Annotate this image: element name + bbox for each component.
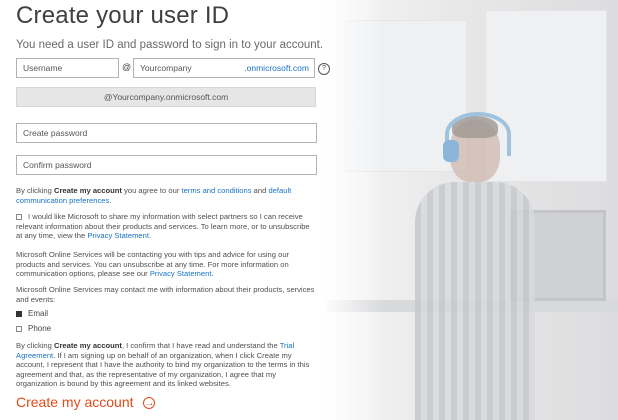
partners-consent: I would like Microsoft to share my infor…: [16, 212, 310, 241]
confirm-password-placeholder: Confirm password: [23, 160, 92, 170]
privacy-statement-link-2[interactable]: Privacy Statement: [150, 269, 212, 278]
confirm-password-input[interactable]: Confirm password: [16, 155, 317, 175]
create-password-input[interactable]: Create password: [16, 123, 317, 143]
username-placeholder: Username: [23, 63, 63, 73]
online-services-notice: Microsoft Online Services will be contac…: [16, 250, 290, 279]
email-option[interactable]: Email: [16, 309, 48, 318]
create-account-button[interactable]: Create my account →: [16, 394, 156, 410]
phone-checkbox[interactable]: [16, 325, 22, 332]
contact-text: Microsoft Online Services may contact me…: [16, 285, 315, 304]
help-icon[interactable]: ?: [318, 63, 330, 75]
email-label: Email: [28, 309, 49, 318]
agreement-text: By clicking Create my account, I confirm…: [16, 341, 310, 389]
phone-option[interactable]: Phone: [16, 324, 51, 333]
company-placeholder: Yourcompany: [140, 63, 192, 73]
page-title: Create your user ID: [16, 2, 230, 29]
phone-label: Phone: [28, 324, 52, 333]
at-symbol: @: [122, 62, 132, 72]
company-input[interactable]: Yourcompany .onmicrosoft.com: [133, 58, 315, 78]
terms-link[interactable]: terms and conditions: [181, 186, 251, 195]
terms-text: By clicking Create my account you agree …: [16, 186, 292, 205]
username-input[interactable]: Username: [16, 58, 119, 78]
user-id-preview: @Yourcompany.onmicrosoft.com: [16, 87, 316, 107]
domain-suffix: .onmicrosoft.com: [244, 63, 309, 73]
person-image: [415, 110, 535, 420]
create-account-label: Create my account: [16, 394, 134, 410]
page-subtitle: You need a user ID and password to sign …: [16, 39, 324, 51]
create-password-placeholder: Create password: [23, 128, 88, 138]
partners-checkbox[interactable]: [16, 214, 22, 220]
email-checkbox[interactable]: [16, 310, 22, 317]
privacy-statement-link[interactable]: Privacy Statement: [87, 231, 149, 240]
arrow-circle-right-icon: →: [143, 397, 156, 410]
